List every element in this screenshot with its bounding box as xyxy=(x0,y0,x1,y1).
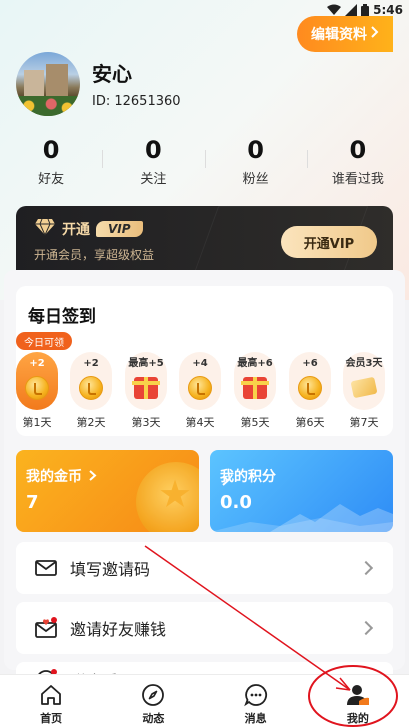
my-coins-label: 我的金币 xyxy=(26,466,97,486)
menu-invite-friends-label: 邀请好友赚钱 xyxy=(70,620,167,639)
my-points-value: 0.0 xyxy=(220,492,252,513)
stat-value: 0 xyxy=(42,136,60,164)
diamond-icon xyxy=(34,218,56,240)
coin-icon xyxy=(298,376,322,400)
coin-icon xyxy=(79,376,103,400)
vip-card-icon xyxy=(350,376,378,399)
signal-icon xyxy=(345,4,358,16)
day-label: 第4天 xyxy=(185,416,215,429)
avatar[interactable] xyxy=(16,52,80,116)
my-points-label: 我的积分 xyxy=(220,469,276,486)
day-label: 第1天 xyxy=(22,416,52,429)
status-time: 5:46 xyxy=(373,3,403,17)
tab-label: 首页 xyxy=(40,712,63,725)
my-points-card[interactable]: 我的积分 0.0 xyxy=(210,450,393,532)
checkin-day-4[interactable]: +4 第4天 xyxy=(179,352,221,430)
stat-label: 好友 xyxy=(38,172,65,187)
stat-label: 谁看过我 xyxy=(331,172,384,187)
chevron-right-icon xyxy=(358,620,374,636)
bottom-tab-bar: 首页 动态 消息 我的 xyxy=(0,674,409,728)
coin-icon xyxy=(25,376,49,400)
day-reward: 会员3天 xyxy=(345,358,383,369)
day-reward: +6 xyxy=(302,358,318,369)
tab-label: 消息 xyxy=(244,712,267,725)
my-coins-value: 7 xyxy=(26,492,39,513)
checkin-day-5[interactable]: 最高+6 第5天 xyxy=(234,352,276,430)
day-reward: 最高+6 xyxy=(237,358,273,369)
stats-row: 0 好友 0 关注 0 粉丝 0 谁看过我 xyxy=(0,136,409,188)
day-reward: +2 xyxy=(29,358,45,369)
menu-invite-code-label: 填写邀请码 xyxy=(70,560,151,579)
chevron-right-icon xyxy=(358,560,374,576)
chevron-right-icon xyxy=(371,26,379,42)
my-coins-card[interactable]: 我的金币 7 xyxy=(16,450,199,532)
profile-icon xyxy=(345,683,371,707)
tab-home[interactable]: 首页 xyxy=(0,675,102,728)
checkin-day-3[interactable]: 最高+5 第3天 xyxy=(125,352,167,430)
checkin-day-6[interactable]: +6 第6天 xyxy=(289,352,331,430)
daily-checkin-card: 每日签到 今日可领 +2 第1天 +2 第2天 最高+5 第3天 +4 第4天 … xyxy=(16,286,393,436)
stat-value: 0 xyxy=(349,136,367,164)
day-label: 第6天 xyxy=(295,416,325,429)
day-reward: +2 xyxy=(83,358,99,369)
stat-label: 粉丝 xyxy=(242,172,269,187)
username: 安心 xyxy=(92,62,132,86)
vip-subtitle: 开通会员，享超级权益 xyxy=(34,248,155,262)
vip-badge: VIP xyxy=(96,221,143,237)
gift-icon xyxy=(132,377,160,399)
day-label: 第7天 xyxy=(349,416,379,429)
edit-profile-label: 编辑资料 xyxy=(311,27,367,43)
user-id: ID: 12651360 xyxy=(92,94,181,109)
stat-friends[interactable]: 0 好友 xyxy=(0,136,102,188)
tab-label: 我的 xyxy=(346,712,369,725)
message-icon xyxy=(243,683,268,707)
stat-value: 0 xyxy=(145,136,162,164)
tab-messages[interactable]: 消息 xyxy=(205,675,307,728)
menu-invite-code[interactable]: 填写邀请码 xyxy=(16,542,393,594)
tab-moments[interactable]: 动态 xyxy=(102,675,204,728)
wifi-icon xyxy=(327,4,342,16)
stat-value: 0 xyxy=(247,136,264,164)
edit-profile-button[interactable]: 编辑资料 xyxy=(297,16,393,52)
battery-icon xyxy=(361,3,370,17)
checkin-days: +2 第1天 +2 第2天 最高+5 第3天 +4 第4天 最高+6 第5天 +… xyxy=(16,352,393,432)
gift-icon xyxy=(241,377,269,399)
day-label: 第3天 xyxy=(131,416,161,429)
tab-label: 动态 xyxy=(142,712,165,725)
checkin-day-7[interactable]: 会员3天 第7天 xyxy=(343,352,385,430)
open-vip-button[interactable]: 开通VIP xyxy=(281,226,377,258)
day-reward: 最高+5 xyxy=(128,358,164,369)
day-label: 第2天 xyxy=(76,416,106,429)
day-reward: +4 xyxy=(192,358,208,369)
coin-icon xyxy=(188,376,212,400)
coin-icon xyxy=(136,462,199,532)
tab-mine[interactable]: 我的 xyxy=(307,675,409,728)
checkin-day-1[interactable]: +2 第1天 xyxy=(16,352,58,430)
checkin-title: 每日签到 xyxy=(28,307,96,327)
checkin-day-2[interactable]: +2 第2天 xyxy=(70,352,112,430)
menu-invite-friends[interactable]: 邀请好友赚钱 xyxy=(16,602,393,654)
stat-fans[interactable]: 0 粉丝 xyxy=(204,136,307,188)
invite-mail-icon xyxy=(34,616,58,640)
compass-icon xyxy=(141,683,165,707)
vip-open-label: 开通 xyxy=(62,222,90,238)
profile-header: 安心 ID: 12651360 xyxy=(16,52,396,116)
envelope-icon xyxy=(34,556,58,580)
stat-visitors[interactable]: 0 谁看过我 xyxy=(306,136,409,188)
stat-following[interactable]: 0 关注 xyxy=(102,136,204,188)
today-available-badge: 今日可领 xyxy=(16,332,72,350)
vip-title: 开通 VIP xyxy=(34,218,143,240)
home-icon xyxy=(39,683,63,707)
stat-label: 关注 xyxy=(140,172,167,187)
day-label: 第5天 xyxy=(240,416,270,429)
